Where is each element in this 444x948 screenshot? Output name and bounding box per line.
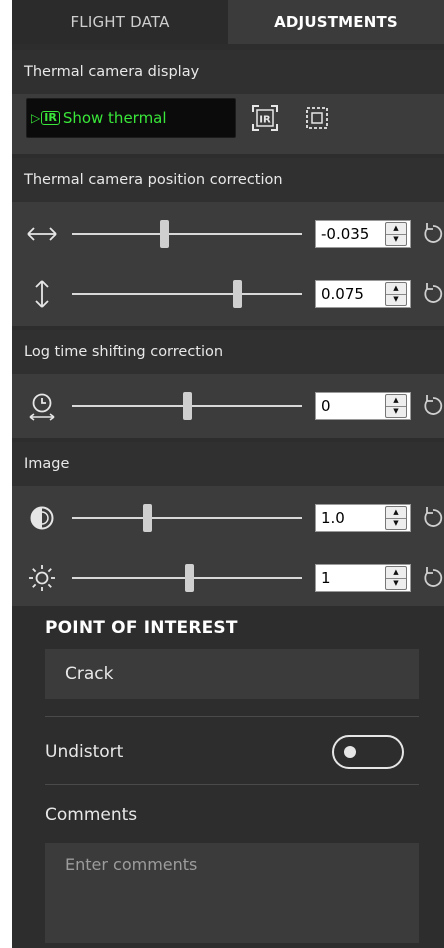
step-up-icon[interactable]: ▲ <box>386 507 406 519</box>
horizontal-offset-stepper[interactable]: ▲ ▼ <box>385 222 407 246</box>
step-down-icon[interactable]: ▼ <box>386 519 406 530</box>
brightness-stepper[interactable]: ▲ ▼ <box>385 566 407 590</box>
undistort-toggle[interactable] <box>332 735 404 769</box>
step-down-icon[interactable]: ▼ <box>386 235 406 246</box>
svg-text:IR: IR <box>259 115 271 126</box>
vertical-arrows-icon <box>24 278 60 310</box>
horizontal-arrows-icon <box>24 218 60 250</box>
brightness-value[interactable]: 1 <box>316 569 385 587</box>
reset-icon[interactable] <box>422 281 444 307</box>
time-shift-value[interactable]: 0 <box>316 397 385 415</box>
vertical-offset-track[interactable] <box>72 293 302 295</box>
contrast-icon <box>24 502 60 534</box>
show-thermal-button[interactable]: ▷ IR Show thermal <box>26 98 236 138</box>
horizontal-offset-value[interactable]: -0.035 <box>316 225 385 243</box>
ir-frame-icon[interactable]: IR <box>248 101 282 135</box>
vertical-offset-slider-thumb[interactable] <box>233 280 243 308</box>
reset-icon[interactable] <box>422 393 444 419</box>
position-correction-section-label: Thermal camera position correction <box>12 158 444 202</box>
step-down-icon[interactable]: ▼ <box>386 407 406 418</box>
time-shift-stepper[interactable]: ▲ ▼ <box>385 394 407 418</box>
comments-input[interactable] <box>45 843 419 943</box>
horizontal-offset-slider-thumb[interactable] <box>159 220 169 248</box>
clock-shift-icon <box>24 390 60 422</box>
divider <box>45 716 419 717</box>
contrast-value[interactable]: 1.0 <box>316 509 385 527</box>
thermal-display-section-label: Thermal camera display <box>12 50 444 94</box>
brightness-row: 1 ▲ ▼ <box>12 558 444 598</box>
vertical-offset-row: 0.075 ▲ ▼ <box>12 274 444 314</box>
contrast-spinbox[interactable]: 1.0 ▲ ▼ <box>315 504 411 532</box>
step-up-icon[interactable]: ▲ <box>386 283 406 295</box>
brightness-spinbox[interactable]: 1 ▲ ▼ <box>315 564 411 592</box>
undistort-label: Undistort <box>45 742 124 762</box>
step-down-icon[interactable]: ▼ <box>386 579 406 590</box>
tab-flight-data[interactable]: FLIGHT DATA <box>12 0 228 44</box>
brightness-slider-thumb[interactable] <box>184 564 194 592</box>
reset-icon[interactable] <box>422 565 444 591</box>
vertical-offset-spinbox[interactable]: 0.075 ▲ ▼ <box>315 280 411 308</box>
contrast-slider-thumb[interactable] <box>143 504 153 532</box>
contrast-track[interactable] <box>72 517 302 519</box>
poi-type-field[interactable]: Crack <box>45 649 419 699</box>
tab-adjustments[interactable]: ADJUSTMENTS <box>228 0 444 44</box>
reset-icon[interactable] <box>422 505 444 531</box>
step-down-icon[interactable]: ▼ <box>386 295 406 306</box>
reset-icon[interactable] <box>422 221 444 247</box>
horizontal-offset-row: -0.035 ▲ ▼ <box>12 214 444 254</box>
contrast-row: 1.0 ▲ ▼ <box>12 498 444 538</box>
ir-badge-icon: ▷ IR <box>31 111 60 125</box>
vertical-offset-value[interactable]: 0.075 <box>316 285 385 303</box>
poi-title: POINT OF INTEREST <box>45 618 238 638</box>
time-shift-row: 0 ▲ ▼ <box>12 386 444 426</box>
divider <box>45 784 419 785</box>
horizontal-offset-track[interactable] <box>72 233 302 235</box>
adjustments-panel: FLIGHT DATA ADJUSTMENTS Thermal camera d… <box>12 0 444 948</box>
vertical-offset-stepper[interactable]: ▲ ▼ <box>385 282 407 306</box>
step-up-icon[interactable]: ▲ <box>386 567 406 579</box>
tab-bar: FLIGHT DATA ADJUSTMENTS <box>12 0 444 44</box>
image-section-label: Image <box>12 442 444 486</box>
horizontal-offset-spinbox[interactable]: -0.035 ▲ ▼ <box>315 220 411 248</box>
time-shift-section-label: Log time shifting correction <box>12 330 444 374</box>
time-shift-slider-thumb[interactable] <box>182 392 192 420</box>
step-up-icon[interactable]: ▲ <box>386 223 406 235</box>
brightness-icon <box>24 562 60 594</box>
select-region-icon[interactable] <box>300 101 334 135</box>
time-shift-spinbox[interactable]: 0 ▲ ▼ <box>315 392 411 420</box>
comments-label: Comments <box>45 805 138 825</box>
show-thermal-label: Show thermal <box>62 109 167 127</box>
toggle-knob <box>344 746 356 758</box>
step-up-icon[interactable]: ▲ <box>386 395 406 407</box>
contrast-stepper[interactable]: ▲ ▼ <box>385 506 407 530</box>
